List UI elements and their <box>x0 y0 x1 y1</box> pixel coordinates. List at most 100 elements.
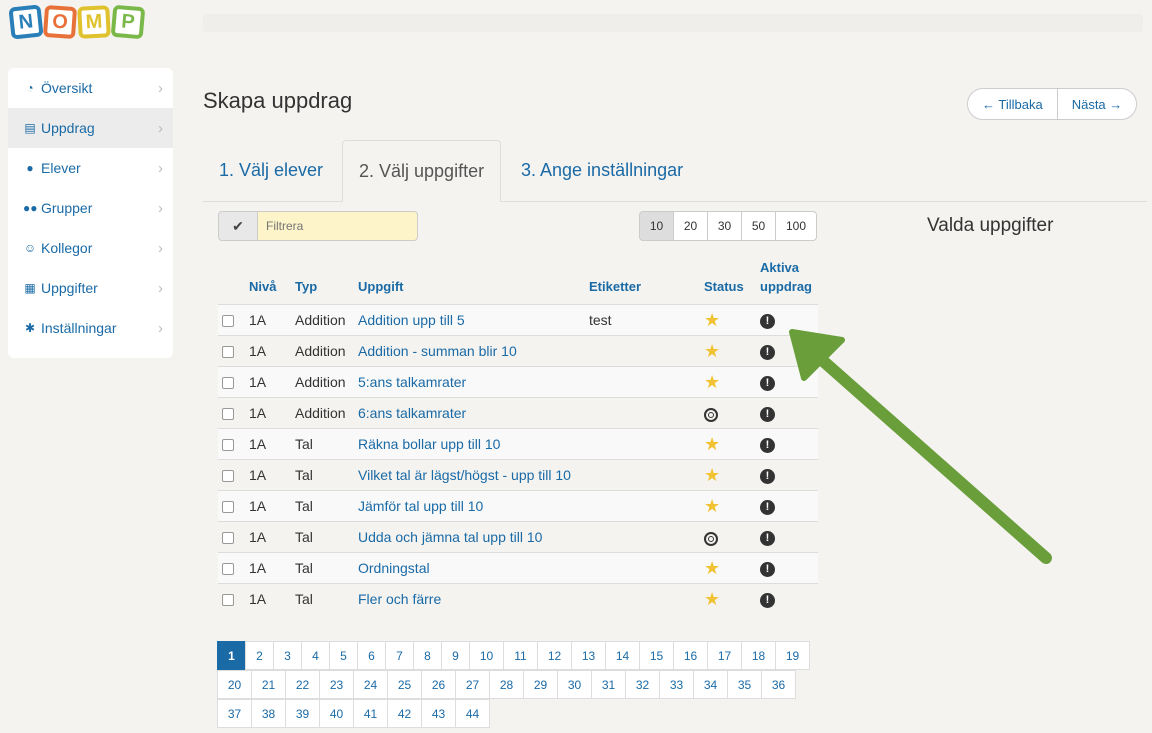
table-row[interactable]: 1A Tal Jämför tal upp till 10 ★! <box>218 490 818 522</box>
page-link[interactable]: 18 <box>741 641 776 670</box>
page-link[interactable]: 39 <box>285 699 320 728</box>
exclamation-icon[interactable]: ! <box>760 375 775 391</box>
task-link[interactable]: Räkna bollar upp till 10 <box>358 428 589 460</box>
page-link[interactable]: 21 <box>251 670 286 699</box>
page-link[interactable]: 1 <box>217 641 246 670</box>
page-link[interactable]: 37 <box>217 699 252 728</box>
task-link[interactable]: Jämför tal upp till 10 <box>358 490 589 522</box>
sidebar-item-elever[interactable]: ● Elever › <box>8 148 173 188</box>
column-header-level[interactable]: Nivå <box>249 258 295 305</box>
exclamation-icon[interactable]: ! <box>760 313 775 329</box>
task-link[interactable]: Udda och jämna tal upp till 10 <box>358 521 589 553</box>
page-size-option[interactable]: 100 <box>775 211 817 241</box>
filter-input[interactable] <box>258 211 418 241</box>
page-size-option[interactable]: 50 <box>741 211 776 241</box>
page-link[interactable]: 38 <box>251 699 286 728</box>
sidebar-item-översikt[interactable]: ◔ Översikt › <box>8 68 173 108</box>
sidebar-item-uppgifter[interactable]: ▦ Uppgifter › <box>8 268 173 308</box>
tab-settings[interactable]: 3. Ange inställningar <box>505 140 699 201</box>
page-link[interactable]: 36 <box>761 670 796 699</box>
page-link[interactable]: 41 <box>353 699 388 728</box>
column-header-type[interactable]: Typ <box>295 258 358 305</box>
table-row[interactable]: 1A Addition 5:ans talkamrater ★! <box>218 366 818 398</box>
row-checkbox[interactable] <box>222 501 234 514</box>
sidebar-item-grupper[interactable]: ●● Grupper › <box>8 188 173 228</box>
column-header-active-assignments[interactable]: Aktiva uppdrag <box>760 258 818 305</box>
table-row[interactable]: 1A Tal Fler och färre ★! <box>218 583 818 614</box>
page-link[interactable]: 22 <box>285 670 320 699</box>
exclamation-icon[interactable]: ! <box>760 406 775 422</box>
page-link[interactable]: 29 <box>523 670 558 699</box>
task-link[interactable]: Ordningstal <box>358 552 589 584</box>
page-link[interactable]: 13 <box>571 641 606 670</box>
page-link[interactable]: 17 <box>707 641 742 670</box>
page-link[interactable]: 7 <box>385 641 414 670</box>
column-header-status[interactable]: Status <box>704 258 760 305</box>
page-link[interactable]: 12 <box>537 641 572 670</box>
page-link[interactable]: 24 <box>353 670 388 699</box>
task-link[interactable]: 5:ans talkamrater <box>358 366 589 398</box>
page-link[interactable]: 4 <box>301 641 330 670</box>
page-link[interactable]: 8 <box>413 641 442 670</box>
page-link[interactable]: 32 <box>625 670 660 699</box>
page-link[interactable]: 16 <box>673 641 708 670</box>
task-link[interactable]: 6:ans talkamrater <box>358 397 589 429</box>
page-link[interactable]: 43 <box>421 699 456 728</box>
row-checkbox[interactable] <box>222 315 234 328</box>
page-link[interactable]: 19 <box>775 641 810 670</box>
table-row[interactable]: 1A Tal Vilket tal är lägst/högst - upp til… <box>218 459 818 491</box>
page-link[interactable]: 3 <box>273 641 302 670</box>
exclamation-icon[interactable]: ! <box>760 437 775 453</box>
task-link[interactable]: Fler och färre <box>358 583 589 614</box>
page-link[interactable]: 11 <box>503 641 538 670</box>
page-link[interactable]: 9 <box>441 641 470 670</box>
task-link[interactable]: Addition - summan blir 10 <box>358 335 589 367</box>
sidebar-item-uppdrag[interactable]: ▤ Uppdrag › <box>8 108 173 148</box>
row-checkbox[interactable] <box>222 408 234 421</box>
page-link[interactable]: 40 <box>319 699 354 728</box>
exclamation-icon[interactable]: ! <box>760 344 775 360</box>
page-link[interactable]: 33 <box>659 670 694 699</box>
tab-select-tasks[interactable]: 2. Välj uppgifter <box>342 140 502 202</box>
table-row[interactable]: 1A Addition Addition upp till 5 test ★! <box>218 304 818 336</box>
sidebar-item-inställningar[interactable]: ✱ Inställningar › <box>8 308 173 348</box>
page-link[interactable]: 6 <box>357 641 386 670</box>
page-size-option[interactable]: 20 <box>673 211 708 241</box>
exclamation-icon[interactable]: ! <box>760 530 775 546</box>
page-link[interactable]: 14 <box>605 641 640 670</box>
page-link[interactable]: 26 <box>421 670 456 699</box>
page-link[interactable]: 34 <box>693 670 728 699</box>
table-row[interactable]: 1A Tal Räkna bollar upp till 10 ★! <box>218 428 818 460</box>
page-link[interactable]: 10 <box>469 641 504 670</box>
row-checkbox[interactable] <box>222 532 234 545</box>
page-link[interactable]: 35 <box>727 670 762 699</box>
page-link[interactable]: 31 <box>591 670 626 699</box>
row-checkbox[interactable] <box>222 377 234 390</box>
select-all-button[interactable]: ✔ <box>218 211 258 241</box>
page-link[interactable]: 27 <box>455 670 490 699</box>
page-link[interactable]: 2 <box>245 641 274 670</box>
row-checkbox[interactable] <box>222 346 234 359</box>
exclamation-icon[interactable]: ! <box>760 561 775 577</box>
page-size-option[interactable]: 30 <box>707 211 742 241</box>
page-link[interactable]: 23 <box>319 670 354 699</box>
table-row[interactable]: 1A Tal Ordningstal ★! <box>218 552 818 584</box>
exclamation-icon[interactable]: ! <box>760 592 775 608</box>
row-checkbox[interactable] <box>222 439 234 452</box>
page-link[interactable]: 5 <box>329 641 358 670</box>
page-link[interactable]: 20 <box>217 670 252 699</box>
column-header-task[interactable]: Uppgift <box>358 258 589 305</box>
exclamation-icon[interactable]: ! <box>760 499 775 515</box>
page-link[interactable]: 42 <box>387 699 422 728</box>
page-link[interactable]: 28 <box>489 670 524 699</box>
tab-select-students[interactable]: 1. Välj elever <box>203 140 339 201</box>
column-header-tags[interactable]: Etiketter <box>589 258 704 305</box>
table-row[interactable]: 1A Tal Udda och jämna tal upp till 10! <box>218 521 818 553</box>
page-link[interactable]: 15 <box>639 641 674 670</box>
nomp-logo[interactable]: NOMP <box>8 4 146 40</box>
page-size-option[interactable]: 10 <box>639 211 674 241</box>
task-link[interactable]: Addition upp till 5 <box>358 304 589 336</box>
next-button[interactable]: Nästa → <box>1056 88 1138 120</box>
row-checkbox[interactable] <box>222 563 234 576</box>
row-checkbox[interactable] <box>222 470 234 483</box>
